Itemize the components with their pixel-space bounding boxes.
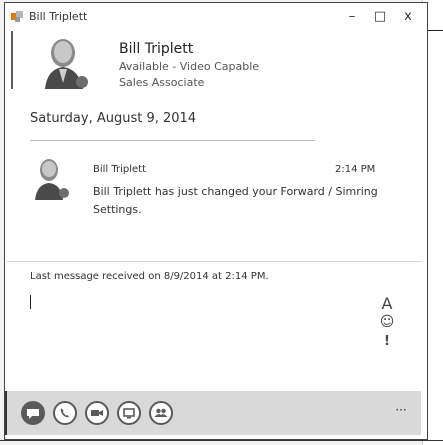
share-icon[interactable] [117,401,141,425]
background-line [0,440,443,441]
chat-window: Bill Triplett – □ x Bill Triplett Availa… [4,2,428,440]
contact-role: Sales Associate [119,76,205,89]
close-button[interactable]: x [395,6,421,28]
bottom-toolbar: ··· [7,391,421,435]
date-divider [30,140,315,141]
contact-header: Bill Triplett Available - Video Capable … [5,31,427,93]
more-options-button[interactable]: ··· [387,399,415,423]
window-title: Bill Triplett [29,10,88,23]
contact-status: Available - Video Capable [119,60,260,73]
phone-icon[interactable] [53,401,77,425]
contact-name: Bill Triplett [119,41,194,57]
app-icon [11,11,23,22]
date-header: Saturday, August 9, 2014 [30,111,197,126]
message-text: Bill Triplett has just changed your Forw… [93,185,378,216]
message-sender: Bill Triplett [93,164,147,175]
text-caret [30,295,31,309]
message-input[interactable] [29,295,359,387]
last-message-note: Last message received on 8/9/2014 at 2:1… [30,271,269,282]
contact-avatar[interactable] [33,33,97,89]
im-icon[interactable] [21,401,45,425]
conference-icon[interactable] [149,401,173,425]
maximize-button[interactable]: □ [367,6,393,28]
background-line [426,30,443,31]
emoticon-icon[interactable]: ☺ [379,314,395,330]
minimize-button[interactable]: – [339,6,365,28]
font-tool-button[interactable]: A [379,294,395,313]
title-bar[interactable]: Bill Triplett – □ x [5,3,427,31]
compose-separator [7,261,421,262]
message-avatar [35,159,69,200]
presence-bar [11,31,13,89]
video-icon[interactable] [85,401,109,425]
high-importance-button[interactable]: ! [379,334,395,349]
message-time: 2:14 PM [335,164,376,175]
